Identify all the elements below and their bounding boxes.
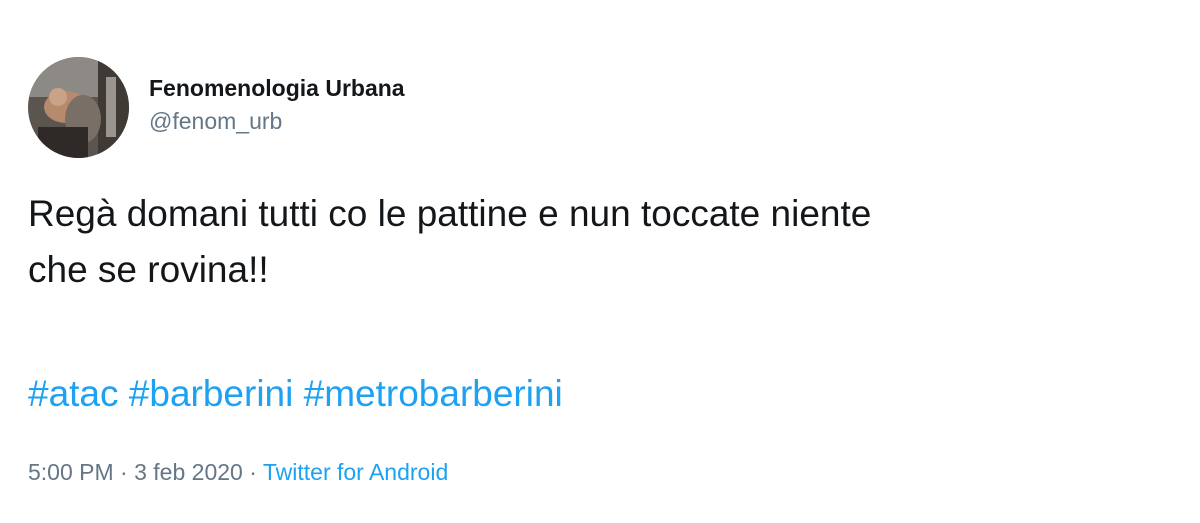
avatar-image [28,57,129,158]
avatar[interactable] [28,57,129,158]
hashtag-link[interactable]: #metrobarberini [304,373,563,414]
author-display-name[interactable]: Fenomenologia Urbana [149,74,405,102]
tweet-meta: 5:00 PM · 3 feb 2020 · Twitter for Andro… [28,454,448,490]
tweet-date[interactable]: 3 feb 2020 [134,459,243,485]
hashtag-link[interactable]: #atac [28,373,119,414]
meta-separator: · [249,459,257,485]
tweet-header: Fenomenologia Urbana @fenom_urb [28,57,405,158]
hashtag-link[interactable]: #barberini [129,373,294,414]
tweet-text: Regà domani tutti co le pattine e nun to… [28,186,1168,298]
tweet-text-line: che se rovina!! [28,249,269,290]
hashtag-list: #atac #barberini #metrobarberini [28,366,563,422]
tweet-source-link[interactable]: Twitter for Android [263,459,448,485]
meta-separator: · [120,459,128,485]
tweet-card: Fenomenologia Urbana @fenom_urb Regà dom… [0,0,1200,523]
tweet-time[interactable]: 5:00 PM [28,459,114,485]
author-handle[interactable]: @fenom_urb [149,106,405,136]
tweet-text-line: Regà domani tutti co le pattine e nun to… [28,193,872,234]
author-info: Fenomenologia Urbana @fenom_urb [149,74,405,136]
